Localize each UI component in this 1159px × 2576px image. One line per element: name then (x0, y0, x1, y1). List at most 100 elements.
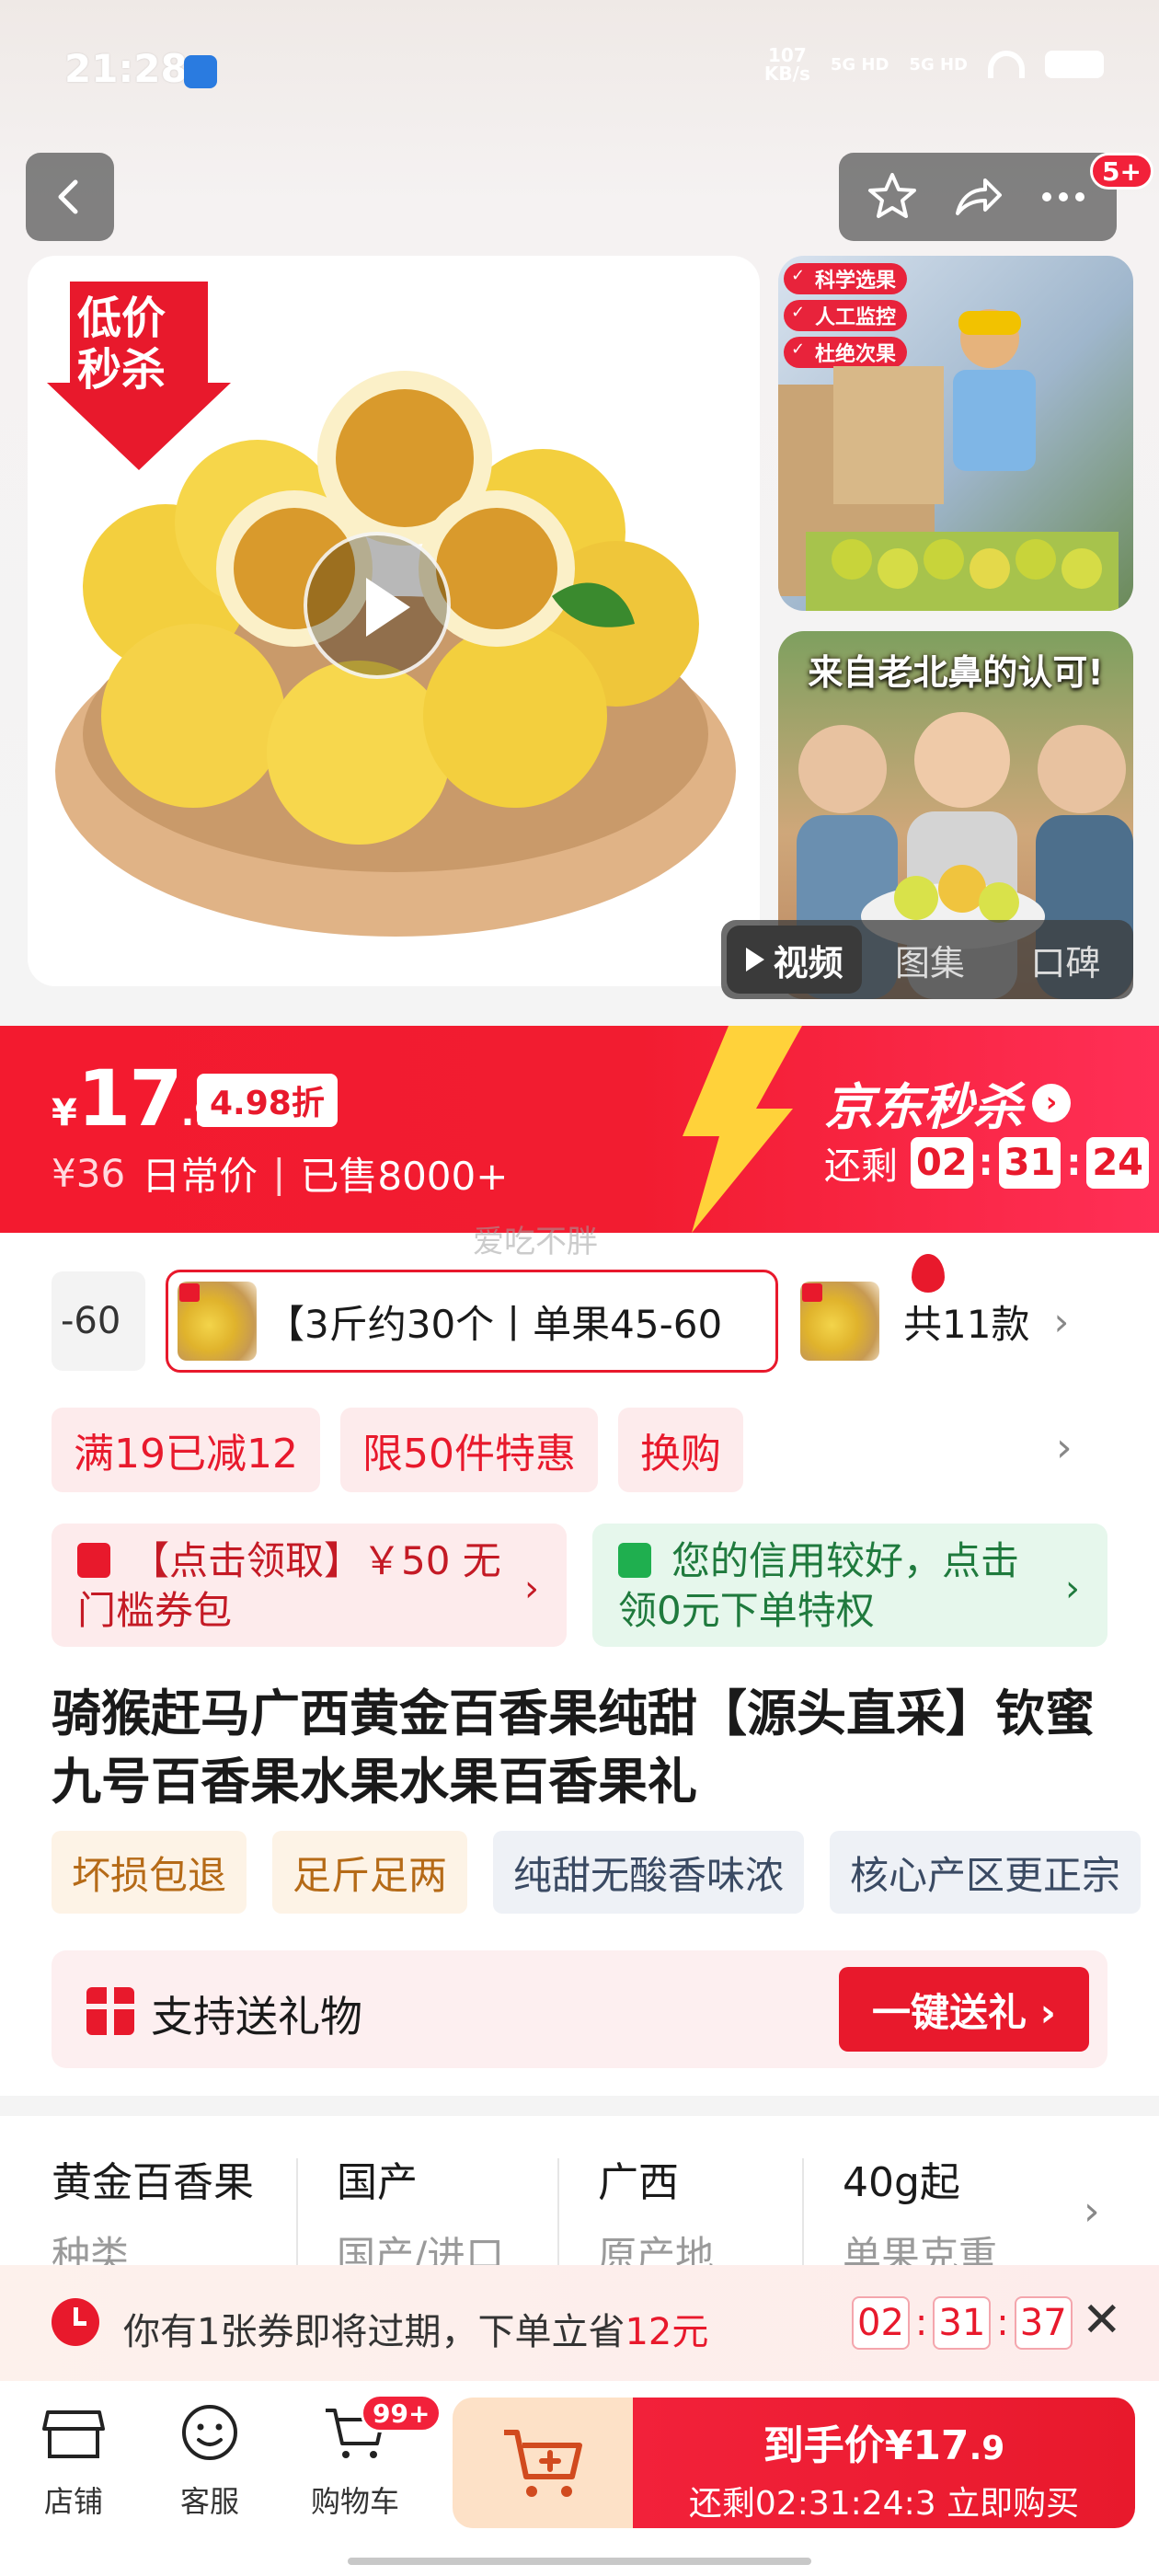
current-price: ¥ 17 .9 (52, 1053, 219, 1144)
shopping-bag-icon (618, 1543, 651, 1578)
spec-divider (557, 2158, 559, 2265)
feature-tag: 纯甜无酸香味浓 (493, 1831, 805, 1914)
flash-sale-title: 京东秒杀 (824, 1078, 1023, 1136)
countdown-colon: : (978, 1142, 993, 1184)
back-button[interactable] (26, 153, 114, 241)
star-icon[interactable] (863, 167, 922, 226)
expire-seconds: 37 (1014, 2296, 1073, 2350)
variant-option-prev[interactable]: -60 (52, 1271, 145, 1371)
expire-message: 你有1张券即将过期，下单立省12元 (123, 2302, 708, 2355)
buy-countdown-text: 还剩02:31:24:3 立即购买 (688, 2485, 1080, 2523)
coupon-pack-card[interactable]: 【点击领取】￥50 无门槛券包 › (52, 1524, 567, 1647)
status-indicators: 107 KB/s 5G HD 5G HD (764, 46, 1104, 83)
shop-icon (42, 2410, 105, 2458)
credit-privilege-text: 您的信用较好，点击领0元下单特权 (618, 1538, 1020, 1633)
promo-more-chevron-icon[interactable]: › (1056, 1424, 1073, 1471)
spec-origin: 广西 原产地 (598, 2149, 714, 2281)
spec-value: 黄金百香果 (52, 2159, 254, 2206)
signal-2-icon: 5G HD (909, 54, 968, 75)
countdown-seconds: 24 (1086, 1137, 1150, 1189)
promo-chip-exchange[interactable]: 换购 (617, 1408, 743, 1492)
countdown-colon: : (914, 2302, 928, 2344)
bottom-action-bar: 店铺 客服 购物车 99+ 到手价¥17.9 还剩02:31:24:3 立即购买 (0, 2381, 1159, 2576)
promo-chip-discount[interactable]: 满19已减12 (52, 1408, 320, 1492)
service-label: 客服 (179, 2484, 239, 2519)
jd-flash-sale-link[interactable]: 京东秒杀 › (824, 1066, 1071, 1139)
shop-button[interactable]: 店铺 (9, 2403, 138, 2521)
gift-icon (86, 1987, 134, 2035)
original-price-label: 日常价 (142, 1154, 258, 1199)
net-speed: 107 KB/s (764, 46, 810, 83)
countdown-colon: : (996, 2302, 1009, 2344)
promo-badge-line1: 低价 (77, 293, 166, 344)
buy-now-button[interactable]: 到手价¥17.9 还剩02:31:24:3 立即购买 (633, 2398, 1135, 2528)
add-to-cart-button[interactable] (453, 2398, 633, 2528)
chevron-right-icon: › (1084, 2188, 1100, 2235)
spec-value: 40g起 (843, 2159, 960, 2206)
spec-value: 国产 (337, 2159, 418, 2206)
spec-origin-type: 国产 国产/进口 (337, 2149, 504, 2281)
nav-action-group (839, 153, 1117, 241)
chevron-right-icon: › (524, 1568, 539, 1610)
expiring-coupon-bar[interactable]: 你有1张券即将过期，下单立省12元 02 : 31 : 37 ✕ (0, 2265, 1159, 2381)
spec-type: 黄金百香果 种类 (52, 2149, 254, 2281)
price-subline: ¥36 日常价 | 已售8000+ (52, 1145, 508, 1202)
promo-badge-text: 低价 秒杀 (77, 293, 166, 396)
variant-thumbnail (178, 1282, 257, 1361)
countdown-colon: : (1066, 1142, 1082, 1184)
flash-sale-badge: 低价 秒杀 (42, 272, 235, 475)
sold-count: 已售8000+ (300, 1154, 509, 1199)
thumbnail-warehouse[interactable]: 科学选果 人工监控 杜绝次果 (778, 256, 1133, 611)
variant-option-selected[interactable]: 【3斤约30个丨单果45-60 (166, 1254, 945, 1373)
cart-label: 购物车 (310, 2484, 399, 2519)
price-banner: ¥ 17 .9 4.98折 ¥36 日常价 | 已售8000+ 京东秒杀 › 还… (0, 1026, 1159, 1233)
remaining-label: 还剩 (824, 1145, 898, 1188)
smiley-icon (182, 2405, 237, 2460)
app-notification-icon (184, 55, 217, 88)
credit-privilege-card[interactable]: 您的信用较好，点击领0元下单特权 › (592, 1524, 1107, 1647)
cart-button[interactable]: 购物车 99+ (291, 2394, 442, 2521)
feature-tag: 核心产区更正宗 (830, 1831, 1142, 1914)
tab-reviews[interactable]: 口碑 (998, 926, 1133, 994)
chevron-right-icon: › (1053, 1298, 1070, 1344)
variant-more-button[interactable]: 共11款 › (800, 1270, 1069, 1373)
clock-icon (52, 2298, 99, 2346)
discount-badge: 4.98折 (197, 1074, 338, 1127)
variant-thumbnail (800, 1282, 879, 1361)
close-icon[interactable]: ✕ (1082, 2293, 1122, 2348)
expire-hours: 02 (852, 2296, 910, 2350)
send-gift-button[interactable]: 一键送礼 › (839, 1967, 1089, 2052)
feature-tags: 坏损包退 足斤足两 纯甜无酸香味浓 核心产区更正宗 (52, 1831, 1142, 1914)
spec-divider (296, 2158, 298, 2265)
flash-countdown: 还剩 02 : 31 : 24 (824, 1136, 1150, 1190)
expire-countdown: 02 : 31 : 37 (852, 2296, 1073, 2350)
coupon-icon (77, 1543, 110, 1578)
variant-selector: -60 【3斤约30个丨单果45-60 共11款 › (0, 1254, 1159, 1380)
price-symbol: ¥ (52, 1092, 77, 1134)
more-icon[interactable] (1034, 167, 1093, 226)
tab-gallery[interactable]: 图集 (862, 926, 997, 994)
chevron-left-icon (58, 179, 78, 214)
spec-row[interactable]: 黄金百香果 种类 国产 国产/进口 广西 原产地 40g起 单果克重 › (0, 2116, 1159, 2278)
cart-badge: 99+ (361, 2394, 442, 2432)
buy-price-text: 到手价¥17 (763, 2422, 970, 2469)
customer-service-button[interactable]: 客服 (145, 2403, 274, 2521)
expire-amount: 12元 (625, 2311, 709, 2353)
section-divider (0, 2096, 1159, 2116)
status-bar: 21:28 107 KB/s 5G HD 5G HD (0, 0, 1159, 138)
share-icon[interactable] (948, 167, 1007, 226)
hero-product-image[interactable]: 低价 秒杀 (28, 256, 760, 986)
play-video-button[interactable] (304, 532, 451, 679)
gift-bar: 支持送礼物 一键送礼 › (52, 1950, 1107, 2068)
watermark-text: 爱吃不胖 (473, 1224, 598, 1260)
chevron-right-icon: › (1065, 1568, 1080, 1610)
signal-1-icon: 5G HD (830, 54, 889, 75)
message-badge: 5+ (1090, 153, 1153, 190)
chevron-right-icon: › (1032, 1083, 1071, 1122)
expire-text: 你有1张券即将过期，下单立省 (123, 2311, 625, 2353)
tab-video[interactable]: 视频 (727, 926, 863, 994)
status-time: 21:28 (64, 46, 188, 91)
promo-tags: 满19已减12 限50件特惠 换购 (52, 1408, 743, 1492)
promo-chip-limited[interactable]: 限50件特惠 (339, 1408, 598, 1492)
variant-selected-label: 【3斤约30个丨单果45-60 (266, 1301, 723, 1347)
